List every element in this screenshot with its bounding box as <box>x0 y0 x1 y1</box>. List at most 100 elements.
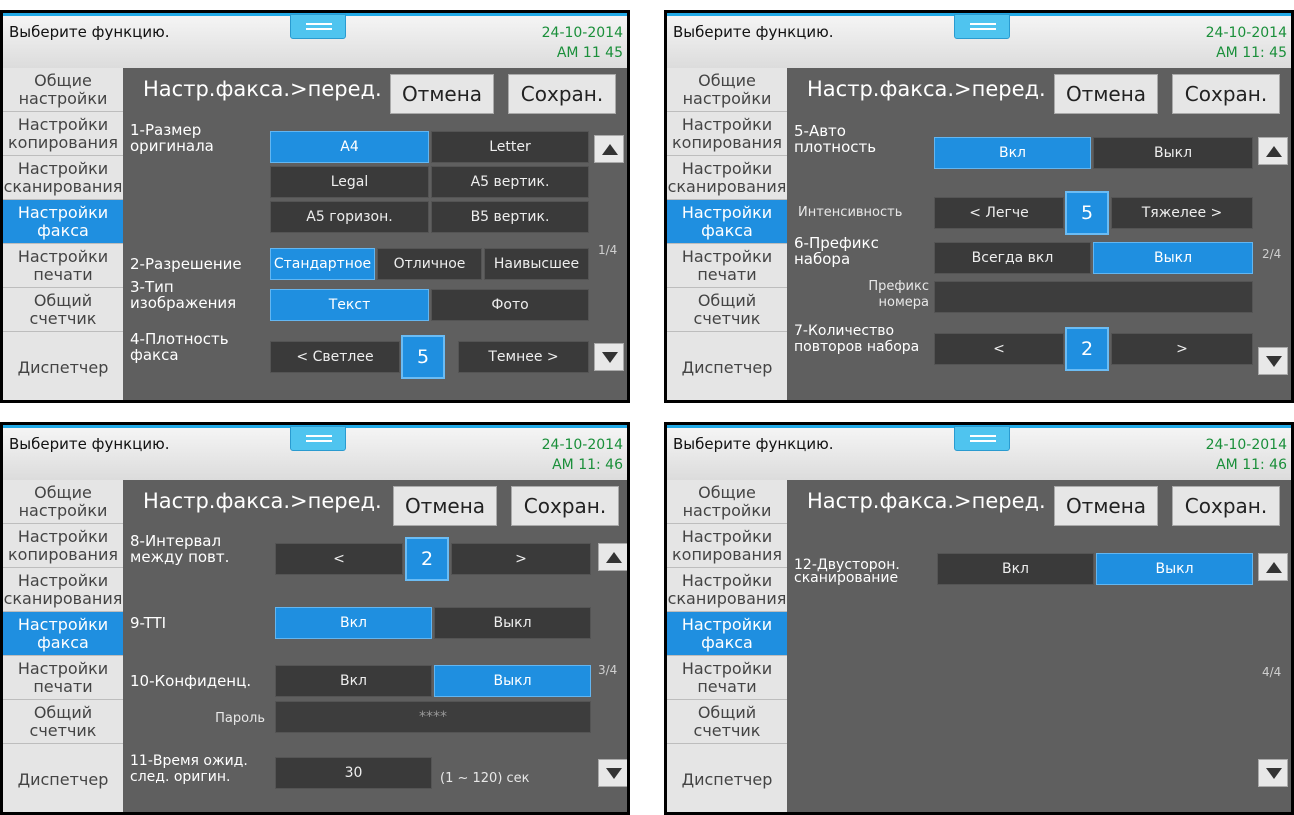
save-button[interactable]: Сохран. <box>1172 74 1280 114</box>
wait-time-field[interactable]: 30 <box>275 757 432 789</box>
redial-interval-decrease-button[interactable]: < <box>275 543 403 575</box>
time-text: AM 11 45 <box>556 45 623 61</box>
sidebar-item-print[interactable]: Настройки печати <box>3 656 123 700</box>
page-down-button[interactable] <box>1258 347 1288 375</box>
screen-1: Выберите функцию. 24-10-2014 AM 11 45 Об… <box>0 10 630 403</box>
prefix-number-field[interactable] <box>934 281 1253 313</box>
sidebar-item-label: Общие настройки <box>18 482 108 520</box>
datetime: 24-10-2014 AM 11: 46 <box>542 435 623 475</box>
prefix-always-on-option[interactable]: Всегда вкл <box>934 242 1091 274</box>
sidebar-item-fax[interactable]: Настройки факса <box>3 612 123 656</box>
date-text: 24-10-2014 <box>541 25 623 41</box>
page-up-button[interactable] <box>598 543 627 571</box>
sidebar-item-general[interactable]: Общие настройки <box>667 480 787 524</box>
redial-count-decrease-button[interactable]: < <box>934 333 1064 365</box>
tti-off-option[interactable]: Выкл <box>434 607 591 639</box>
cancel-button[interactable]: Отмена <box>1054 74 1158 114</box>
cancel-button[interactable]: Отмена <box>393 486 497 526</box>
sidebar-item-manager[interactable]: Диспетчер <box>3 744 123 812</box>
sidebar-item-counter[interactable]: Общий счетчик <box>3 288 123 332</box>
datetime: 24-10-2014 AM 11 45 <box>542 23 623 63</box>
size-legal-option[interactable]: Legal <box>270 166 429 198</box>
sidebar-item-label: Общие настройки <box>18 70 108 108</box>
confidential-off-option[interactable]: Выкл <box>434 665 591 697</box>
sidebar-item-counter[interactable]: Общий счетчик <box>3 700 123 744</box>
sidebar-item-copy[interactable]: Настройки копирования <box>3 112 123 156</box>
sidebar-item-copy[interactable]: Настройки копирования <box>667 524 787 568</box>
prefix-off-option[interactable]: Выкл <box>1093 242 1253 274</box>
duplex-on-option[interactable]: Вкл <box>937 553 1094 585</box>
page-up-button[interactable] <box>594 135 624 163</box>
screen-2: Выберите функцию. 24-10-2014 AM 11: 45 О… <box>664 10 1294 403</box>
redial-interval-label: 8-Интервал между повт. <box>130 532 230 566</box>
page-down-button[interactable] <box>594 343 624 371</box>
sidebar-item-manager[interactable]: Диспетчер <box>667 744 787 812</box>
sidebar: Общие настройки Настройки копирования На… <box>667 480 787 812</box>
menu-handle-icon[interactable] <box>954 14 1010 39</box>
size-b5-portrait-option[interactable]: B5 вертик. <box>431 201 589 233</box>
page-down-button[interactable] <box>1258 759 1288 787</box>
cancel-button[interactable]: Отмена <box>390 74 494 114</box>
sidebar-item-print[interactable]: Настройки печати <box>667 656 787 700</box>
sidebar-item-print[interactable]: Настройки печати <box>3 244 123 288</box>
sidebar-item-general[interactable]: Общие настройки <box>667 68 787 112</box>
sidebar-item-general[interactable]: Общие настройки <box>3 480 123 524</box>
size-a5-portrait-option[interactable]: A5 вертик. <box>431 166 589 198</box>
redial-interval-increase-button[interactable]: > <box>451 543 591 575</box>
image-type-text-option[interactable]: Текст <box>270 289 429 321</box>
menu-handle-icon[interactable] <box>290 426 346 451</box>
sidebar-item-copy[interactable]: Настройки копирования <box>3 524 123 568</box>
auto-density-on-option[interactable]: Вкл <box>934 137 1091 169</box>
intensity-lighter-button[interactable]: < Легче <box>934 197 1064 229</box>
density-lighter-button[interactable]: < Светлее <box>270 341 400 373</box>
tti-on-option[interactable]: Вкл <box>275 607 432 639</box>
password-label: Пароль <box>215 711 265 726</box>
save-button[interactable]: Сохран. <box>1172 486 1280 526</box>
density-darker-button[interactable]: Темнее > <box>458 341 589 373</box>
save-button[interactable]: Сохран. <box>508 74 616 114</box>
sidebar-item-label: Настройки сканирования <box>3 158 123 196</box>
sidebar: Общие настройки Настройки копирования На… <box>3 480 123 812</box>
image-type-photo-option[interactable]: Фото <box>431 289 589 321</box>
save-button[interactable]: Сохран. <box>511 486 619 526</box>
sidebar-item-label: Настройки печати <box>17 658 109 696</box>
menu-handle-icon[interactable] <box>290 14 346 39</box>
sidebar-item-scan[interactable]: Настройки сканирования <box>667 568 787 612</box>
sidebar-item-counter[interactable]: Общий счетчик <box>667 288 787 332</box>
cancel-button[interactable]: Отмена <box>1054 486 1158 526</box>
sidebar-item-scan[interactable]: Настройки сканирования <box>3 156 123 200</box>
auto-density-off-option[interactable]: Выкл <box>1093 137 1253 169</box>
intensity-heavier-button[interactable]: Тяжелее > <box>1111 197 1253 229</box>
sidebar-item-counter[interactable]: Общий счетчик <box>667 700 787 744</box>
page-down-button[interactable] <box>598 759 627 787</box>
resolution-fine-option[interactable]: Отличное <box>377 248 482 280</box>
sidebar-item-label: Общий счетчик <box>693 702 761 740</box>
sidebar: Общие настройки Настройки копирования На… <box>667 68 787 400</box>
sidebar-item-fax[interactable]: Настройки факса <box>667 612 787 656</box>
size-letter-option[interactable]: Letter <box>431 131 589 163</box>
sidebar-item-scan[interactable]: Настройки сканирования <box>667 156 787 200</box>
size-a5-landscape-option[interactable]: A5 горизон. <box>270 201 429 233</box>
sidebar-item-manager[interactable]: Диспетчер <box>3 332 123 400</box>
sidebar-item-label: Общий счетчик <box>29 290 97 328</box>
page-up-button[interactable] <box>1258 137 1288 165</box>
redial-count-increase-button[interactable]: > <box>1111 333 1253 365</box>
confidential-on-option[interactable]: Вкл <box>275 665 432 697</box>
menu-handle-icon[interactable] <box>954 426 1010 451</box>
sidebar-item-fax[interactable]: Настройки факса <box>667 200 787 244</box>
sidebar-item-copy[interactable]: Настройки копирования <box>667 112 787 156</box>
size-a4-option[interactable]: A4 <box>270 131 429 163</box>
sidebar-item-label: Общий счетчик <box>29 702 97 740</box>
resolution-standard-option[interactable]: Стандартное <box>270 248 375 280</box>
password-field[interactable]: **** <box>275 701 591 733</box>
sidebar-item-scan[interactable]: Настройки сканирования <box>3 568 123 612</box>
sidebar-item-manager[interactable]: Диспетчер <box>667 332 787 400</box>
sidebar-item-fax[interactable]: Настройки факса <box>3 200 123 244</box>
sidebar-item-print[interactable]: Настройки печати <box>667 244 787 288</box>
page-up-button[interactable] <box>1258 553 1288 581</box>
prefix-number-label: Префикс номера <box>868 279 929 310</box>
resolution-superfine-option[interactable]: Наивысшее <box>484 248 589 280</box>
sidebar-item-general[interactable]: Общие настройки <box>3 68 123 112</box>
sidebar-item-label: Настройки печати <box>681 246 773 284</box>
duplex-off-option[interactable]: Выкл <box>1096 553 1253 585</box>
